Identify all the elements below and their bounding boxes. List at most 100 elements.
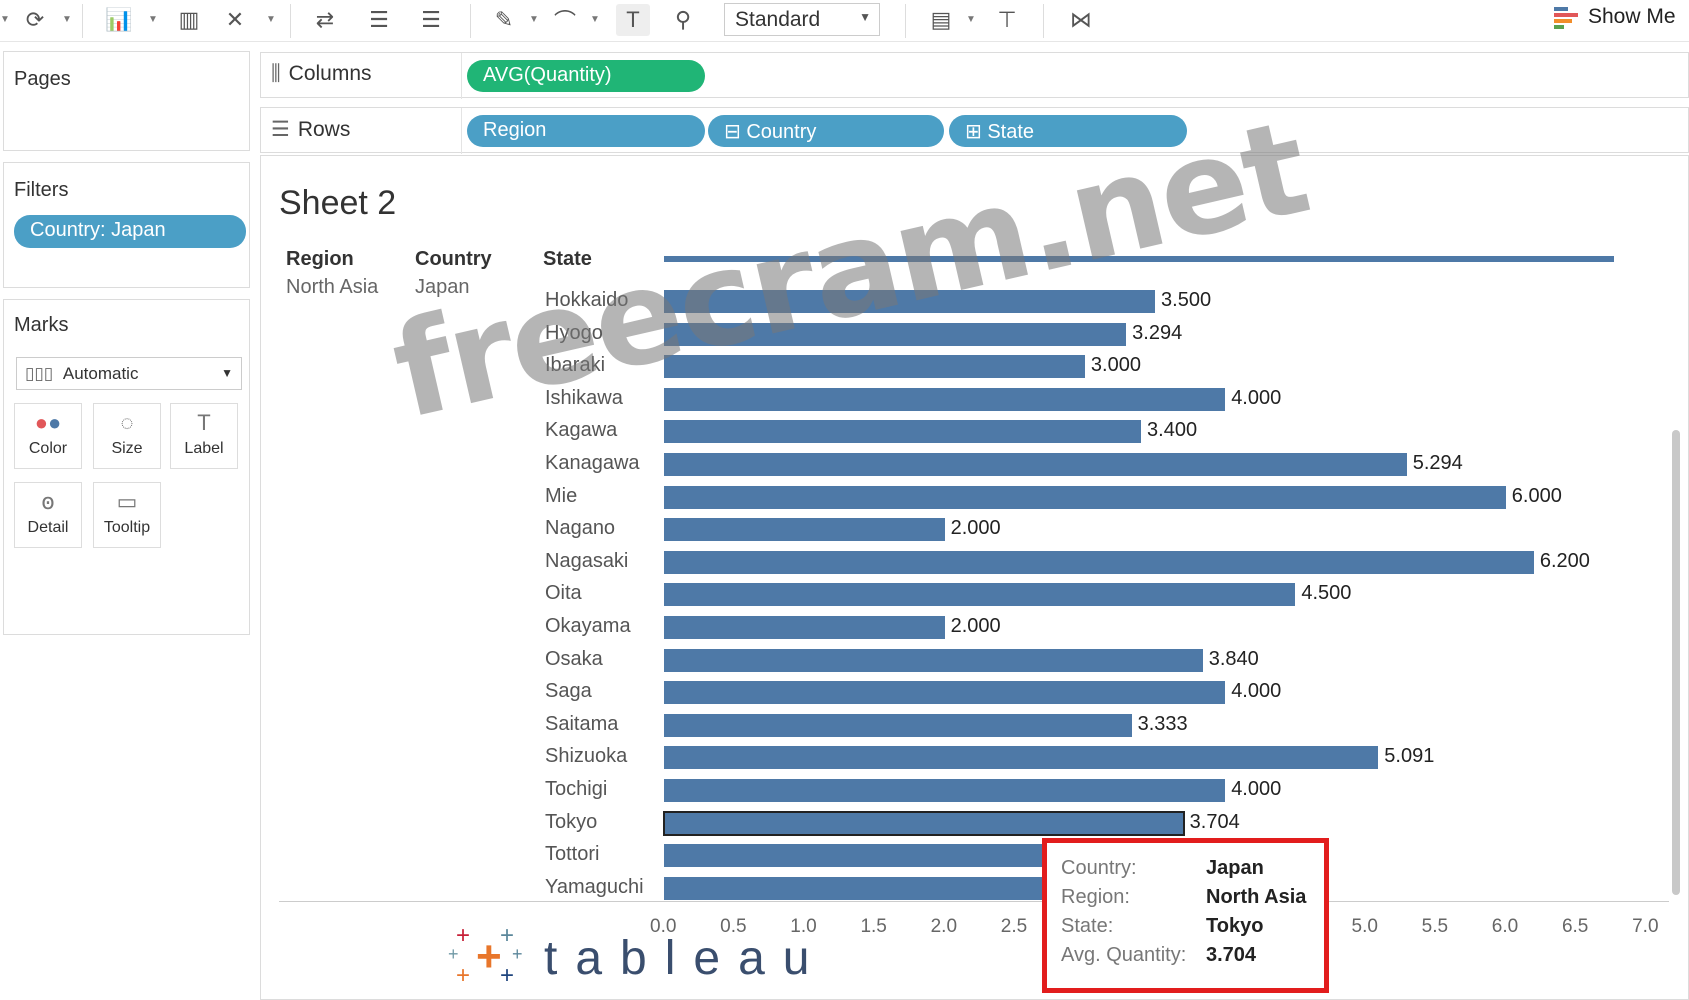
state-label[interactable]: Tottori [545, 843, 599, 866]
bar-value-label: 3.000 [1090, 354, 1141, 377]
new-worksheet-caret-icon[interactable]: ▼ [148, 14, 158, 25]
group-paperclip-icon[interactable]: ⌒ [548, 4, 582, 36]
tooltip-key: State: [1061, 915, 1114, 937]
state-label[interactable]: Yamaguchi [545, 876, 644, 899]
highlight-pen-icon[interactable]: ✎ [487, 4, 521, 36]
bar-mark[interactable] [664, 746, 1379, 770]
detail-button[interactable]: ꙩ Detail [14, 482, 82, 548]
rows-shelf[interactable]: ☰ Rows Region ⊟ Country ⊞ State [260, 107, 1689, 154]
pill-country[interactable]: ⊟ Country [708, 115, 944, 147]
state-label[interactable]: Kanagawa [545, 452, 640, 475]
show-me-label: Show Me [1588, 5, 1676, 28]
bar-value-label: 2.000 [950, 615, 1001, 637]
pages-title: Pages [14, 68, 71, 90]
show-me-button[interactable]: Show Me [1554, 5, 1676, 29]
bar-mark[interactable] [664, 713, 1132, 737]
state-label[interactable]: Oita [545, 582, 582, 605]
region-value[interactable]: North Asia [286, 276, 378, 299]
pages-card[interactable]: Pages [3, 51, 250, 151]
state-label[interactable]: Mie [545, 485, 577, 508]
group-caret-icon[interactable]: ▼ [590, 14, 600, 25]
sort-ascending-icon[interactable]: ☰ [362, 4, 396, 36]
clear-sheet-caret-icon[interactable]: ▼ [266, 14, 276, 25]
chevron-down-icon: ▼ [859, 10, 871, 24]
tableau-cross-icon: + + + + + + + [448, 922, 523, 989]
toolbar-divider [905, 4, 906, 38]
refresh-caret-icon[interactable]: ▼ [62, 14, 72, 25]
mark-type-select[interactable]: ▯▯▯ Automatic ▼ [16, 357, 242, 390]
bar-mark[interactable] [664, 876, 1085, 900]
x-tick-label: 1.5 [860, 916, 887, 937]
state-label[interactable]: Kagawa [545, 419, 617, 442]
size-button[interactable]: ◌ Size [93, 403, 161, 469]
toolbar-divider [1043, 4, 1044, 38]
tooltip-label: Tooltip [103, 519, 151, 536]
show-labels-icon[interactable]: T [616, 4, 650, 36]
sort-descending-icon[interactable]: ☰ [414, 4, 448, 36]
fit-select-value: Standard [735, 8, 821, 31]
state-label[interactable]: Saga [545, 680, 592, 703]
swap-rows-columns-icon[interactable]: ⇄ [308, 4, 342, 36]
fit-select[interactable]: Standard ▼ [724, 3, 880, 36]
state-label[interactable]: Osaka [545, 648, 603, 671]
bar-mark[interactable] [664, 648, 1203, 672]
bar-value-label: 2.000 [950, 517, 1001, 540]
filter-pill-country[interactable]: Country: Japan [14, 215, 246, 248]
detail-label: Detail [27, 519, 69, 536]
bar-chart-icon: ▯▯▯ [25, 364, 54, 383]
clear-sheet-icon[interactable]: ✕ [218, 4, 252, 36]
bar-mark[interactable] [664, 779, 1226, 802]
share-icon[interactable]: ⋈ [1064, 4, 1098, 36]
bar-value-label: 6.200 [1539, 549, 1590, 572]
toolbar: ▼ ⟳ ▼ 📊 ▼ ▥ ✕ ▼ ⇄ ☰ ☰ ✎ ▼ ⌒ ▼ T ⚲ Standa… [0, 0, 1689, 42]
refresh-icon[interactable]: ⟳ [18, 4, 52, 36]
bar-mark[interactable] [664, 550, 1534, 574]
filters-card[interactable]: Filters Country: Japan [3, 162, 250, 288]
pill-avg-quantity[interactable]: AVG(Quantity) [467, 60, 705, 92]
state-label[interactable]: Nagano [545, 517, 615, 540]
header-country[interactable]: Country [415, 248, 492, 271]
bar-mark[interactable] [664, 420, 1142, 444]
expand-icon: ⊞ [965, 121, 988, 143]
columns-shelf[interactable]: ⫼ Columns AVG(Quantity) [260, 52, 1689, 99]
bar-mark[interactable] [664, 485, 1506, 509]
state-label[interactable]: Tochigi [545, 778, 607, 801]
bar-value-label: 4.000 [1231, 386, 1282, 409]
show-cards-icon[interactable]: ▤ [924, 4, 958, 36]
header-region[interactable]: Region [286, 248, 354, 271]
duplicate-sheet-icon[interactable]: ▥ [172, 4, 206, 36]
state-label[interactable]: Okayama [545, 615, 631, 638]
vertical-scrollbar[interactable] [1672, 430, 1680, 895]
new-worksheet-icon[interactable]: 📊 [102, 4, 136, 36]
text-label-icon: T [197, 410, 211, 435]
tooltip-value: Japan [1206, 857, 1264, 879]
bar-mark[interactable] [664, 583, 1296, 607]
color-button[interactable]: ●● Color [14, 403, 82, 469]
state-label[interactable]: Shizuoka [545, 745, 627, 768]
bar-mark[interactable] [664, 681, 1226, 705]
fix-axes-pin-icon[interactable]: ⚲ [666, 4, 700, 36]
bar-mark[interactable] [664, 844, 1071, 868]
highlight-caret-icon[interactable]: ▼ [529, 14, 539, 25]
bar-mark[interactable] [663, 810, 1185, 836]
bar-mark[interactable] [664, 453, 1407, 476]
size-label: Size [111, 440, 143, 457]
undo-caret-icon[interactable]: ▼ [0, 14, 10, 25]
tooltip-key: Avg. Quantity: [1061, 944, 1187, 966]
bar-mark[interactable] [664, 616, 945, 639]
presentation-mode-icon[interactable]: ⊤ [990, 4, 1024, 36]
toolbar-divider [470, 4, 471, 38]
tooltip-button[interactable]: ▭ Tooltip [93, 482, 161, 548]
state-label[interactable]: Saitama [545, 713, 618, 736]
state-label[interactable]: Tokyo [545, 811, 597, 834]
bar-mark[interactable] [664, 518, 945, 542]
pill-country-label: Country [746, 121, 817, 143]
show-cards-caret-icon[interactable]: ▼ [966, 14, 976, 25]
sheet-title: Sheet 2 [279, 184, 397, 222]
state-label[interactable]: Nagasaki [545, 550, 628, 573]
label-button[interactable]: T Label [170, 403, 238, 469]
tooltip-speech-icon: ▭ [116, 489, 138, 514]
detail-dots-icon: ꙩ [41, 489, 55, 514]
pill-region[interactable]: Region [467, 115, 705, 147]
bar-mark[interactable] [664, 387, 1226, 411]
